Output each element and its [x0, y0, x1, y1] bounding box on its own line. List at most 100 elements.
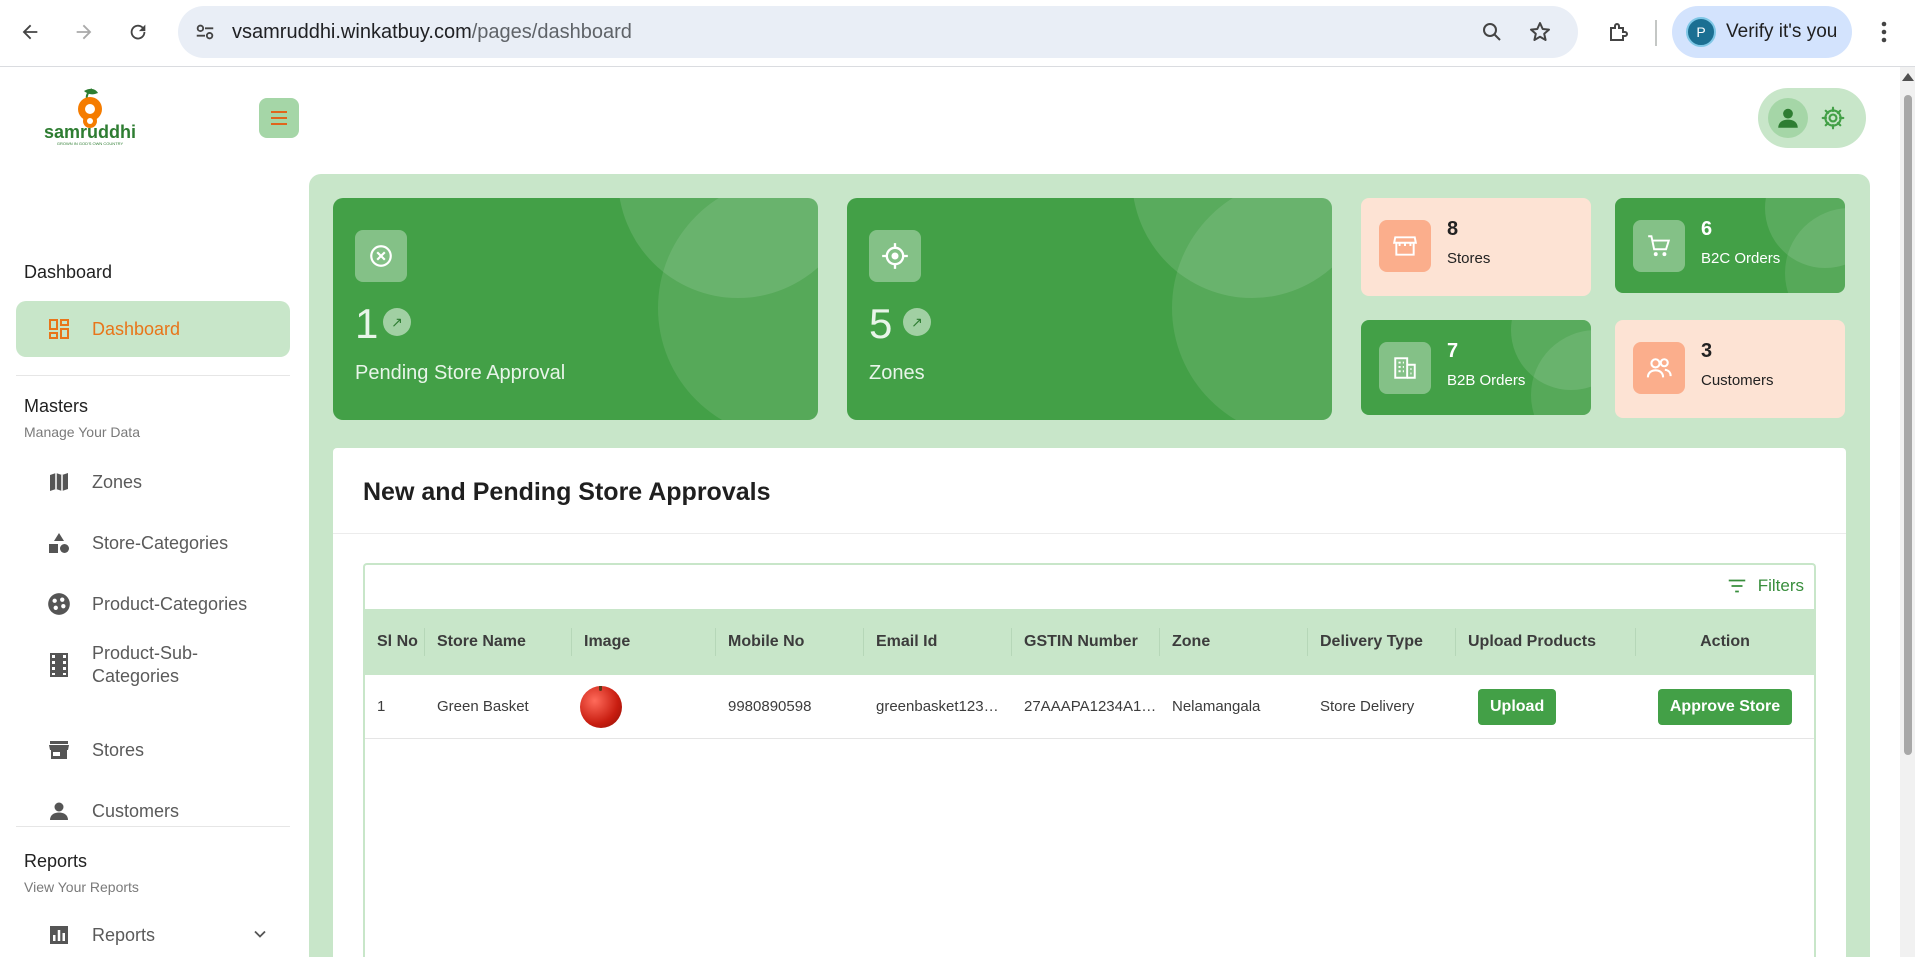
sidebar-item-reports[interactable]: Reports — [16, 907, 290, 963]
column-header[interactable]: Mobile No — [716, 628, 864, 656]
film-icon — [44, 650, 74, 680]
main-content: 1 ↗ Pending Store Approval 5 ↗ Zones 8 S… — [309, 174, 1870, 957]
scrollbar-thumb[interactable] — [1904, 95, 1912, 755]
url-text[interactable]: vsamruddhi.winkatbuy.com/pages/dashboard — [232, 21, 632, 44]
filters-label: Filters — [1757, 576, 1804, 595]
column-header[interactable]: Store Name — [425, 628, 572, 656]
trend-arrow-icon: ↗ — [383, 308, 411, 336]
hamburger-icon-line — [271, 117, 287, 119]
reload-icon[interactable] — [120, 14, 156, 50]
extensions-icon[interactable] — [1600, 14, 1636, 50]
back-icon[interactable] — [12, 14, 48, 50]
sidebar-item-dashboard[interactable]: Dashboard — [16, 301, 290, 357]
page-scrollbar[interactable] — [1900, 67, 1915, 957]
stat-value: 7 — [1447, 340, 1459, 362]
section-title-dashboard: Dashboard — [24, 262, 113, 282]
column-header[interactable]: GSTIN Number — [1012, 628, 1160, 656]
approve-store-button[interactable]: Approve Store — [1657, 688, 1793, 725]
stat-value: 1 — [355, 300, 379, 347]
site-info-icon[interactable] — [194, 21, 216, 48]
app-root: samruddhi GROWN IN GOD'S OWN COUNTRY Das… — [0, 67, 1900, 957]
sidebar-item-label: Product-Sub-Categories — [92, 643, 199, 686]
stat-label: Stores — [1447, 250, 1491, 267]
stat-card-pending-approval[interactable]: 1 ↗ Pending Store Approval — [333, 198, 818, 420]
verify-profile-button[interactable]: P Verify it's you — [1672, 6, 1852, 58]
forward-icon[interactable] — [66, 14, 102, 50]
sidebar-item-store-categories[interactable]: Store-Categories — [16, 515, 290, 571]
profile-avatar: P — [1686, 17, 1716, 47]
stat-label: B2C Orders — [1701, 250, 1781, 267]
samruddhi-logo[interactable]: samruddhi GROWN IN GOD'S OWN COUNTRY — [32, 87, 148, 147]
verify-label: Verify it's you — [1726, 21, 1838, 42]
filters-button[interactable]: Filters — [1726, 575, 1804, 597]
stat-card-customers[interactable]: 3 Customers — [1615, 320, 1845, 418]
upload-button[interactable]: Upload — [1478, 688, 1557, 725]
stat-card-b2c-orders[interactable]: 6 B2C Orders — [1615, 198, 1845, 293]
browser-toolbar: vsamruddhi.winkatbuy.com/pages/dashboard… — [0, 0, 1915, 67]
store-image-apple[interactable] — [580, 685, 622, 728]
user-avatar-button[interactable] — [1768, 98, 1808, 138]
stat-label: Customers — [1701, 372, 1774, 389]
table-row[interactable]: 1 Green Basket 9980890598 greenbasket123… — [365, 675, 1814, 739]
column-header[interactable]: Email Id — [864, 628, 1012, 656]
column-header[interactable]: Delivery Type — [1308, 628, 1456, 656]
map-icon — [44, 467, 74, 497]
sidebar-item-stores[interactable]: Stores — [16, 722, 290, 778]
column-header[interactable]: Action — [1636, 628, 1814, 656]
approvals-panel: New and Pending Store Approvals Filters … — [333, 448, 1846, 957]
column-header[interactable]: Upload Products — [1456, 628, 1636, 656]
sidebar-item-zones[interactable]: Zones — [16, 454, 290, 510]
panel-divider — [333, 533, 1846, 534]
table-header: Sl No Store Name Image Mobile No Email I… — [365, 609, 1814, 675]
people-icon — [1633, 342, 1685, 394]
filter-icon — [1728, 579, 1745, 593]
stat-card-zones[interactable]: 5 ↗ Zones — [847, 198, 1332, 420]
palette-icon — [44, 589, 74, 619]
toolbar-separator — [1655, 20, 1657, 46]
section-title-masters: Masters — [24, 396, 89, 416]
more-menu-icon[interactable] — [1866, 14, 1902, 50]
sidebar-item-label: Product-Categories — [92, 593, 248, 614]
panel-title: New and Pending Store Approvals — [363, 478, 771, 506]
card-decoration — [658, 198, 818, 420]
user-icon — [1778, 108, 1798, 128]
hamburger-icon-line — [271, 123, 287, 125]
bookmark-star-icon[interactable] — [1528, 20, 1552, 49]
cell-gstin: 27AAAPA1234A1… — [1024, 698, 1157, 715]
stat-label: Pending Store Approval — [355, 362, 566, 384]
section-title-reports: Reports — [24, 851, 88, 871]
sidebar-item-customers[interactable]: Customers — [16, 783, 290, 839]
section-subtitle-reports: View Your Reports — [24, 879, 139, 895]
dashboard-icon — [44, 314, 74, 344]
cart-icon — [1633, 220, 1685, 272]
stat-card-b2b-orders[interactable]: 7 B2B Orders — [1361, 320, 1591, 415]
cell-image — [572, 685, 716, 728]
sidebar-item-product-categories[interactable]: Product-Categories — [16, 576, 290, 632]
brand-name: samruddhi — [44, 122, 136, 142]
address-bar[interactable]: vsamruddhi.winkatbuy.com/pages/dashboard — [178, 6, 1578, 58]
brand-tagline: GROWN IN GOD'S OWN COUNTRY — [57, 141, 124, 146]
stat-value: 3 — [1701, 340, 1713, 362]
stat-value: 8 — [1447, 218, 1459, 240]
building-icon — [1379, 342, 1431, 394]
sidebar-item-product-sub-categories[interactable]: Product-Sub-Categories — [16, 633, 290, 697]
column-header[interactable]: Image — [572, 628, 716, 656]
settings-gear-icon[interactable] — [1820, 105, 1846, 131]
cell-action: Approve Store — [1636, 688, 1814, 725]
card-decoration — [1172, 198, 1332, 420]
column-header[interactable]: Sl No — [365, 628, 425, 656]
stat-value: 6 — [1701, 218, 1713, 240]
column-header[interactable]: Zone — [1160, 628, 1308, 656]
menu-toggle-button[interactable] — [259, 98, 299, 138]
shapes-icon — [44, 528, 74, 558]
chevron-down-icon — [252, 926, 268, 947]
cell-delivery-type: Store Delivery — [1320, 698, 1415, 715]
section-subtitle-masters: Manage Your Data — [24, 424, 140, 440]
stat-value: 5 — [869, 300, 893, 347]
sidebar-item-label: Stores — [92, 739, 145, 760]
scroll-up-arrow-icon[interactable] — [1902, 73, 1914, 81]
stat-card-stores[interactable]: 8 Stores — [1361, 198, 1591, 296]
zoom-icon[interactable] — [1480, 20, 1504, 49]
hamburger-icon-line — [271, 111, 287, 113]
cell-sl-no: 1 — [377, 698, 386, 715]
